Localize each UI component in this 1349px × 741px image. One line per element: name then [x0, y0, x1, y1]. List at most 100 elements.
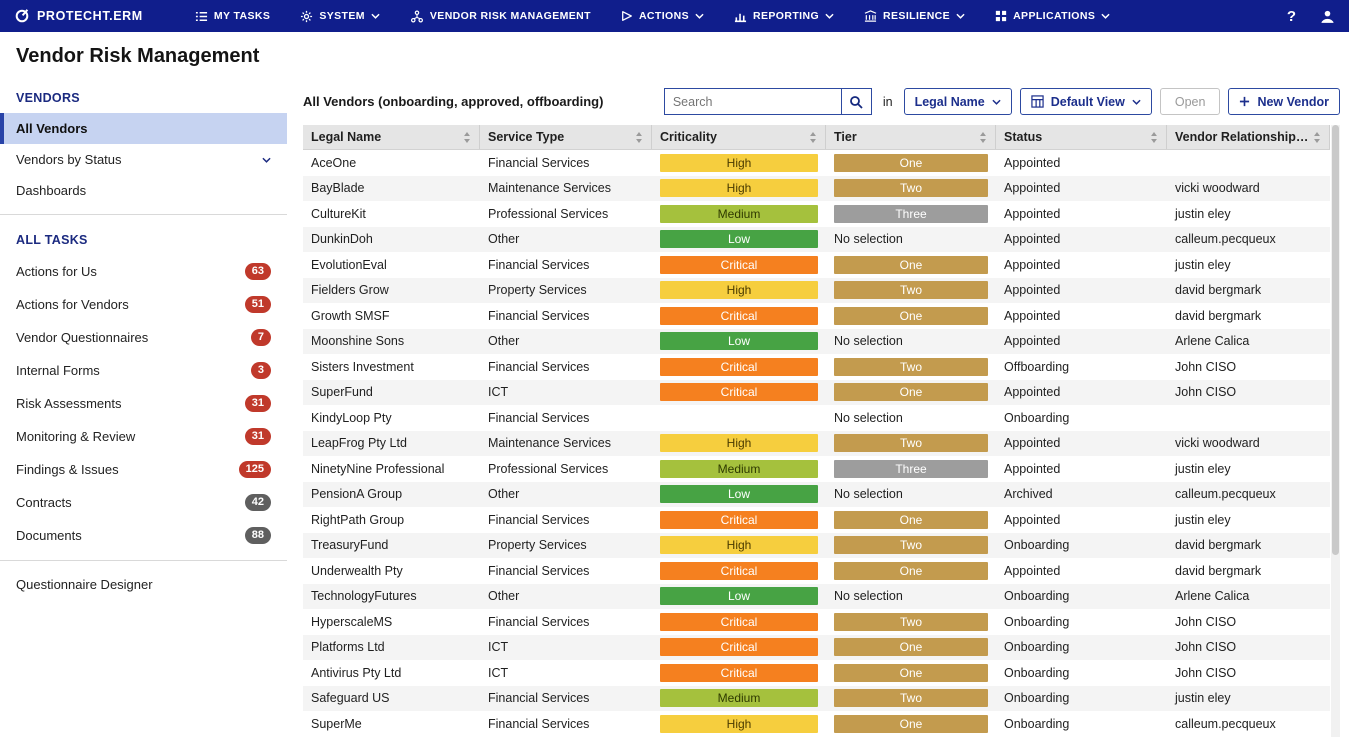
- sidebar-item-contracts[interactable]: Contracts42: [0, 486, 287, 519]
- column-header-criticality[interactable]: Criticality: [652, 125, 826, 149]
- status-cell: Onboarding: [996, 635, 1167, 661]
- list-title: All Vendors (onboarding, approved, offbo…: [303, 94, 656, 109]
- table-row[interactable]: KindyLoop PtyFinancial ServicesNo select…: [303, 405, 1330, 431]
- tier-pill: Two: [834, 179, 988, 197]
- sidebar-item-risk-assessments[interactable]: Risk Assessments31: [0, 387, 287, 420]
- tier-pill: Two: [834, 281, 988, 299]
- table-row[interactable]: Sisters InvestmentFinancial ServicesCrit…: [303, 354, 1330, 380]
- sidebar-item-findings-issues[interactable]: Findings & Issues125: [0, 453, 287, 486]
- criticality-cell: Critical: [652, 635, 826, 661]
- column-header-service-type[interactable]: Service Type: [480, 125, 652, 149]
- search-input[interactable]: [665, 89, 841, 114]
- table-row[interactable]: LeapFrog Pty LtdMaintenance ServicesHigh…: [303, 431, 1330, 457]
- status-cell: Appointed: [996, 456, 1167, 482]
- table-row[interactable]: RightPath GroupFinancial ServicesCritica…: [303, 507, 1330, 533]
- status-cell: Appointed: [996, 252, 1167, 278]
- column-header-label: Status: [1004, 130, 1042, 144]
- table-row[interactable]: NinetyNine ProfessionalProfessional Serv…: [303, 456, 1330, 482]
- nav-item-actions[interactable]: ACTIONS: [621, 10, 704, 22]
- table-row[interactable]: Platforms LtdICTCriticalOneOnboardingJoh…: [303, 635, 1330, 661]
- sidebar-item-documents[interactable]: Documents88: [0, 519, 287, 552]
- nav-item-applications[interactable]: APPLICATIONS: [995, 10, 1110, 22]
- sidebar-item-actions-for-us[interactable]: Actions for Us63: [0, 255, 287, 288]
- status-cell: Onboarding: [996, 711, 1167, 737]
- sidebar-item-actions-for-vendors[interactable]: Actions for Vendors51: [0, 288, 287, 321]
- column-header-legal-name[interactable]: Legal Name: [303, 125, 480, 149]
- status-cell: Onboarding: [996, 584, 1167, 610]
- table-row[interactable]: SuperMeFinancial ServicesHighOneOnboardi…: [303, 711, 1330, 737]
- sidebar-item-vendors-by-status[interactable]: Vendors by Status: [0, 144, 287, 175]
- table-row[interactable]: AceOneFinancial ServicesHighOneAppointed: [303, 150, 1330, 176]
- criticality-cell: Critical: [652, 380, 826, 406]
- tier-cell: No selection: [826, 405, 996, 431]
- nav-item-label: RESILIENCE: [883, 10, 950, 22]
- reporting-icon: [734, 10, 747, 23]
- sidebar-item-all-vendors[interactable]: All Vendors: [0, 113, 287, 144]
- sort-icon: [463, 132, 471, 143]
- service-type-cell: Financial Services: [480, 609, 652, 635]
- table-row[interactable]: HyperscaleMSFinancial ServicesCriticalTw…: [303, 609, 1330, 635]
- owner-cell: John CISO: [1167, 609, 1330, 635]
- sidebar-item-vendor-questionnaires[interactable]: Vendor Questionnaires7: [0, 321, 287, 354]
- view-selector-dropdown[interactable]: Default View: [1020, 88, 1152, 115]
- owner-cell: david bergmark: [1167, 558, 1330, 584]
- new-vendor-button[interactable]: New Vendor: [1228, 88, 1340, 115]
- tier-pill: One: [834, 664, 988, 682]
- nav-item-label: REPORTING: [753, 10, 819, 22]
- nav-item-system[interactable]: SYSTEM: [300, 10, 380, 23]
- search-icon[interactable]: [841, 89, 871, 114]
- sidebar-item-questionnaire-designer[interactable]: Questionnaire Designer: [0, 569, 287, 600]
- criticality-cell: Critical: [652, 354, 826, 380]
- nav-item-vendor-risk-management[interactable]: VENDOR RISK MANAGEMENT: [410, 10, 591, 23]
- table-row[interactable]: Underwealth PtyFinancial ServicesCritica…: [303, 558, 1330, 584]
- sidebar-item-label: Actions for Us: [16, 264, 97, 279]
- help-icon[interactable]: ?: [1287, 8, 1296, 25]
- status-cell: Onboarding: [996, 660, 1167, 686]
- criticality-cell: High: [652, 150, 826, 176]
- table-row[interactable]: TreasuryFundProperty ServicesHighTwoOnbo…: [303, 533, 1330, 559]
- criticality-pill: High: [660, 281, 818, 299]
- table-row[interactable]: TechnologyFuturesOtherLowNo selectionOnb…: [303, 584, 1330, 610]
- table-row[interactable]: Growth SMSFFinancial ServicesCriticalOne…: [303, 303, 1330, 329]
- sidebar-item-monitoring-review[interactable]: Monitoring & Review31: [0, 420, 287, 453]
- table-row[interactable]: BayBladeMaintenance ServicesHighTwoAppoi…: [303, 176, 1330, 202]
- table-row[interactable]: Antivirus Pty LtdICTCriticalOneOnboardin…: [303, 660, 1330, 686]
- table-row[interactable]: EvolutionEvalFinancial ServicesCriticalO…: [303, 252, 1330, 278]
- legal-name-cell: TreasuryFund: [303, 533, 480, 559]
- column-header-label: Criticality: [660, 130, 717, 144]
- column-header-status[interactable]: Status: [996, 125, 1167, 149]
- chevron-down-icon: [1101, 13, 1110, 19]
- column-header-vendor-relationship-ow[interactable]: Vendor Relationship Ow...: [1167, 125, 1330, 149]
- column-header-label: Legal Name: [311, 130, 381, 144]
- service-type-cell: Financial Services: [480, 252, 652, 278]
- table-row[interactable]: Moonshine SonsOtherLowNo selectionAppoin…: [303, 329, 1330, 355]
- column-header-tier[interactable]: Tier: [826, 125, 996, 149]
- table-row[interactable]: SuperFundICTCriticalOneAppointedJohn CIS…: [303, 380, 1330, 406]
- table-row[interactable]: DunkinDohOtherLowNo selectionAppointedca…: [303, 227, 1330, 253]
- field-selector-dropdown[interactable]: Legal Name: [904, 88, 1012, 115]
- chevron-down-icon: [956, 13, 965, 19]
- nav-item-resilience[interactable]: RESILIENCE: [864, 10, 965, 23]
- owner-cell: [1167, 150, 1330, 176]
- scrollbar-thumb[interactable]: [1332, 125, 1339, 555]
- nav-item-reporting[interactable]: REPORTING: [734, 10, 834, 23]
- sidebar-item-internal-forms[interactable]: Internal Forms3: [0, 354, 287, 387]
- nav-item-my-tasks[interactable]: MY TASKS: [195, 10, 270, 23]
- chevron-down-icon: [992, 99, 1001, 105]
- legal-name-cell: BayBlade: [303, 176, 480, 202]
- table-row[interactable]: Fielders GrowProperty ServicesHighTwoApp…: [303, 278, 1330, 304]
- vertical-scrollbar[interactable]: [1331, 125, 1340, 737]
- table-row[interactable]: CultureKitProfessional ServicesMediumThr…: [303, 201, 1330, 227]
- service-type-cell: Financial Services: [480, 686, 652, 712]
- sidebar-item-label: Actions for Vendors: [16, 297, 129, 312]
- brand[interactable]: PROTECHT.ERM: [14, 8, 143, 24]
- table-header-row: Legal Name Service Type Criticality Tier Sta…: [303, 125, 1330, 150]
- table-row[interactable]: Safeguard USFinancial ServicesMediumTwoO…: [303, 686, 1330, 712]
- tier-pill: One: [834, 715, 988, 733]
- user-icon[interactable]: [1320, 9, 1335, 24]
- chevron-down-icon: [371, 13, 380, 19]
- table-row[interactable]: PensionA GroupOtherLowNo selectionArchiv…: [303, 482, 1330, 508]
- sidebar-item-dashboards[interactable]: Dashboards: [0, 175, 287, 206]
- open-button[interactable]: Open: [1160, 88, 1221, 115]
- sidebar-item-label: Findings & Issues: [16, 462, 119, 477]
